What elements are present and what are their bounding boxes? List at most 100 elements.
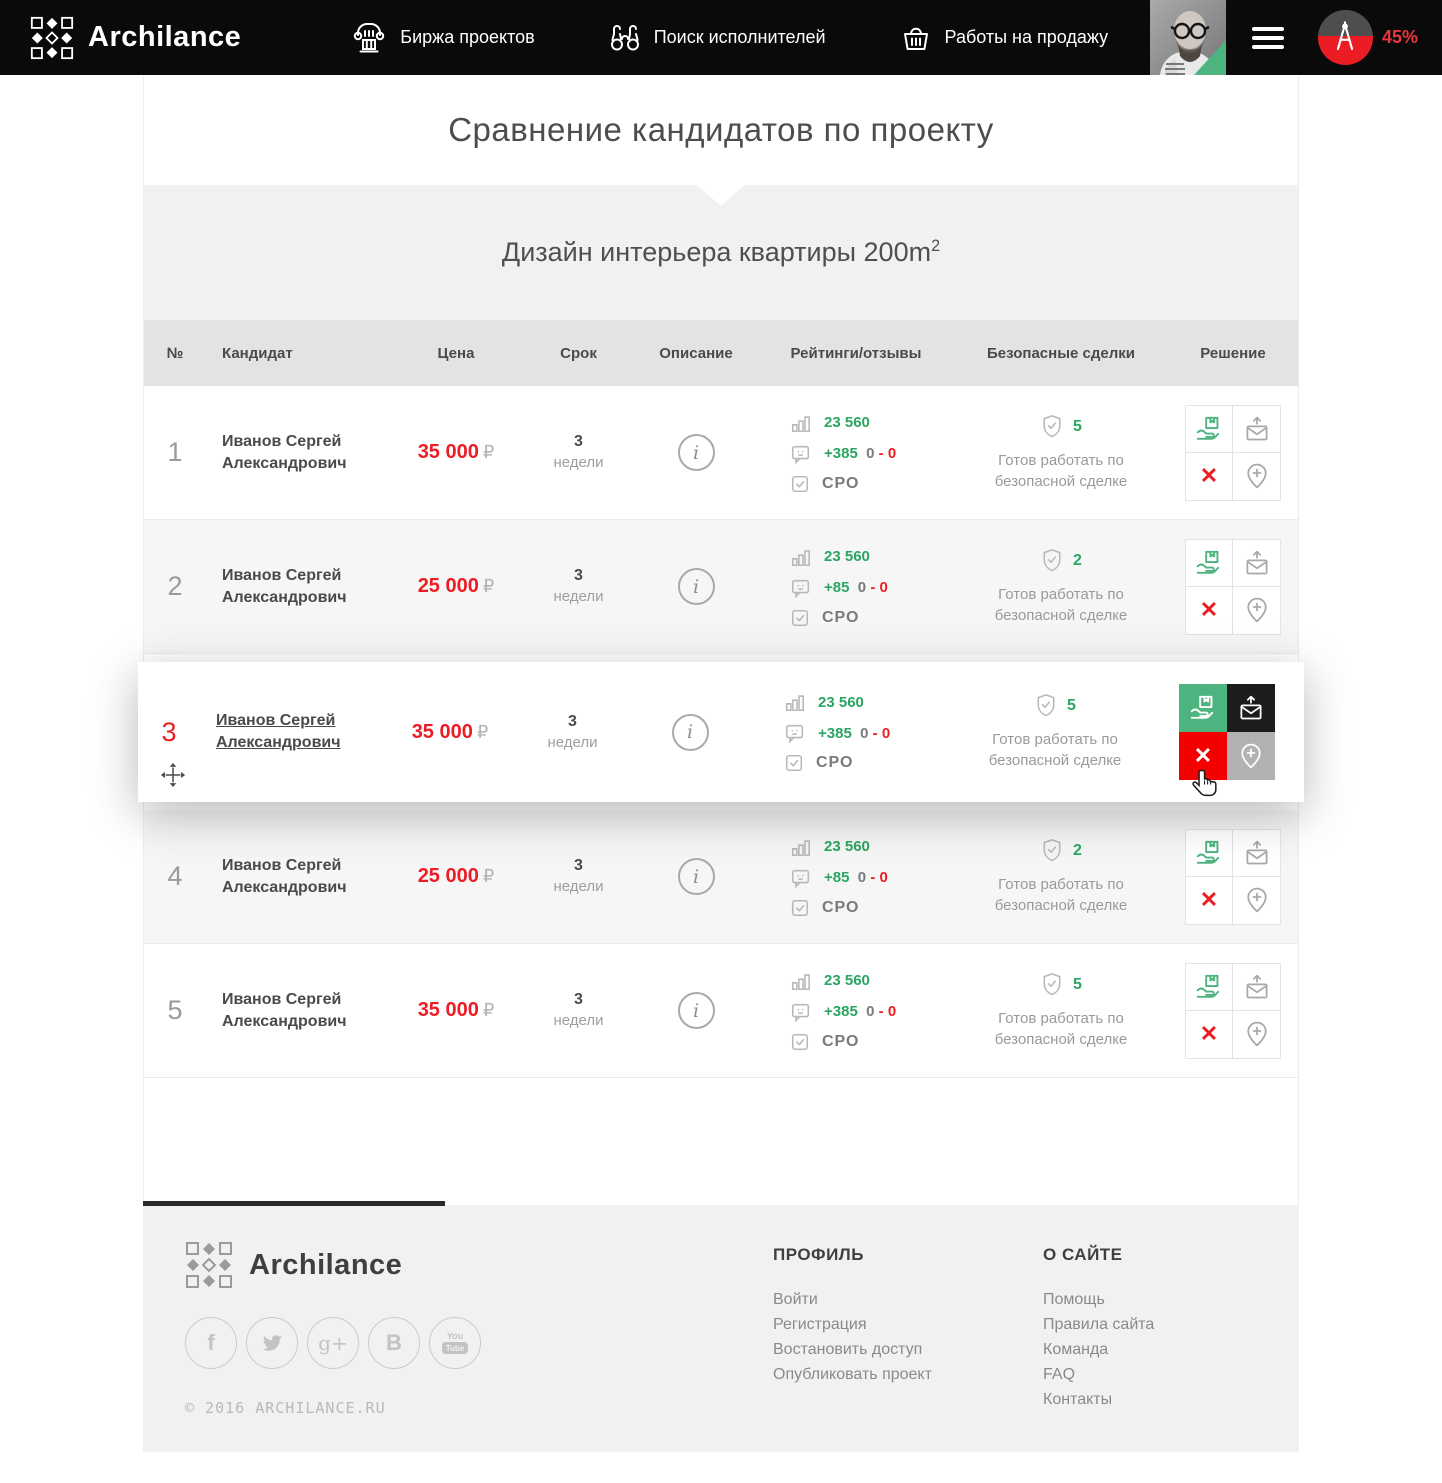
reject-icon[interactable]: ✕ [1185, 877, 1233, 925]
safe-deals-cell: 5 Готов работать по безопасной сделке [950, 693, 1160, 771]
safe-deals-count: 2 [1073, 842, 1082, 860]
footer-link-help[interactable]: Помощь [1043, 1287, 1154, 1312]
bar-chart-icon [790, 412, 812, 434]
safe-deals-text: Готов работать по безопасной сделке [976, 584, 1146, 626]
user-avatar[interactable] [1150, 0, 1226, 75]
info-icon[interactable]: i [678, 858, 715, 895]
info-icon[interactable]: i [678, 434, 715, 471]
certification-label: СРО [822, 899, 859, 917]
reject-icon[interactable]: ✕ [1185, 587, 1233, 635]
send-message-icon[interactable] [1233, 539, 1281, 587]
candidate-name-link[interactable]: Иванов Сергей Александрович [216, 710, 385, 753]
twitter-icon[interactable] [246, 1317, 298, 1369]
add-location-icon[interactable] [1233, 453, 1281, 501]
table-row: 3 Иванов Сергей Александрович 35 000 ₽ 3… [138, 662, 1304, 802]
google-plus-icon[interactable]: g+ [307, 1317, 359, 1369]
send-message-icon[interactable] [1227, 684, 1275, 732]
project-band: Дизайн интерьера квартиры 200m2 [144, 185, 1298, 320]
reviews-separator: - [879, 1003, 884, 1020]
deal-icon[interactable] [1185, 405, 1233, 453]
social-links: f g+ B You Tube [185, 1317, 645, 1369]
term-unit: недели [553, 587, 603, 607]
reject-icon[interactable]: ✕ [1185, 1011, 1233, 1059]
footer-link-site-rules[interactable]: Правила сайта [1043, 1312, 1154, 1337]
term-unit: недели [553, 877, 603, 897]
currency-symbol: ₽ [483, 576, 494, 597]
negative-reviews: 0 [882, 725, 890, 742]
term-unit: недели [553, 1011, 603, 1031]
safe-deals-text: Готов работать по безопасной сделке [976, 874, 1146, 916]
candidate-name-link[interactable]: Иванов Сергей Александрович [222, 431, 391, 474]
add-location-icon[interactable] [1227, 732, 1275, 780]
safe-deals-cell: 5 Готов работать по безопасной сделке [956, 414, 1166, 492]
footer-link-faq[interactable]: FAQ [1043, 1362, 1154, 1387]
safe-deals-count: 5 [1067, 697, 1076, 715]
info-icon[interactable]: i [678, 992, 715, 1029]
add-location-icon[interactable] [1233, 877, 1281, 925]
term-cell: 3 недели [515, 712, 630, 752]
youtube-icon[interactable]: You Tube [429, 1317, 481, 1369]
footer-link-restore-access[interactable]: Востановить доступ [773, 1337, 1043, 1362]
top-navigation: Биржа проектов Поиск исполнителей Рабо [351, 20, 1108, 56]
term-value: 3 [568, 712, 577, 733]
decision-buttons: ✕ [1185, 829, 1281, 925]
footer-brand[interactable]: Archilance [185, 1241, 645, 1289]
candidates-table: 1 Иванов Сергей Александрович 35 000 ₽ 3… [144, 386, 1298, 1078]
table-row: 1 Иванов Сергей Александрович 35 000 ₽ 3… [144, 386, 1298, 520]
table-row: 5 Иванов Сергей Александрович 35 000 ₽ 3… [144, 944, 1298, 1078]
certification-label: СРО [822, 609, 859, 627]
candidate-name-link[interactable]: Иванов Сергей Александрович [222, 989, 391, 1032]
drag-move-icon[interactable] [160, 762, 186, 788]
negative-reviews: 0 [888, 1003, 896, 1020]
certification-label: СРО [822, 475, 859, 493]
bar-chart-icon [790, 836, 812, 858]
footer-link-team[interactable]: Команда [1043, 1337, 1154, 1362]
footer-link-login[interactable]: Войти [773, 1287, 1043, 1312]
deal-icon[interactable] [1185, 963, 1233, 1011]
deal-icon[interactable] [1185, 539, 1233, 587]
shield-icon [1040, 414, 1064, 440]
row-number: 2 [167, 571, 182, 602]
bar-chart-icon [790, 546, 812, 568]
reviews-separator: - [879, 445, 884, 462]
currency-symbol: ₽ [483, 442, 494, 463]
ratings-cell: 23 560 +385 0 - 0 [750, 691, 950, 773]
safe-deals-count: 2 [1073, 552, 1082, 570]
candidate-name-link[interactable]: Иванов Сергей Александрович [222, 565, 391, 608]
negative-reviews: 0 [879, 869, 887, 886]
profile-progress-gauge[interactable] [1318, 10, 1373, 65]
footer-link-contacts[interactable]: Контакты [1043, 1387, 1154, 1412]
nav-item-find-performers[interactable]: Поиск исполнителей [609, 22, 826, 54]
brand[interactable]: Archilance [30, 16, 241, 60]
send-message-icon[interactable] [1233, 963, 1281, 1011]
reviews-separator: - [870, 579, 875, 596]
add-location-icon[interactable] [1233, 587, 1281, 635]
nav-item-works-for-sale[interactable]: Работы на продажу [900, 22, 1109, 54]
footer-link-register[interactable]: Регистрация [773, 1312, 1043, 1337]
row-number: 3 [161, 717, 176, 748]
deal-icon[interactable] [1179, 684, 1227, 732]
vk-icon[interactable]: B [368, 1317, 420, 1369]
deal-icon[interactable] [1185, 829, 1233, 877]
views-count: 23 560 [824, 838, 870, 855]
nav-item-projects-exchange[interactable]: Биржа проектов [351, 20, 534, 56]
info-icon[interactable]: i [678, 568, 715, 605]
reject-icon[interactable]: ✕ [1185, 453, 1233, 501]
facebook-icon[interactable]: f [185, 1317, 237, 1369]
add-location-icon[interactable] [1233, 1011, 1281, 1059]
shield-icon [1040, 972, 1064, 998]
candidate-name-link[interactable]: Иванов Сергей Александрович [222, 855, 391, 898]
checkbox-icon [790, 474, 810, 494]
footer-link-publish-project[interactable]: Опубликовать проект [773, 1362, 1043, 1387]
profile-progress-value: 45% [1382, 27, 1418, 48]
info-icon[interactable]: i [672, 714, 709, 751]
term-value: 3 [574, 566, 583, 587]
menu-icon[interactable] [1252, 22, 1284, 54]
column-header-decision: Решение [1166, 345, 1300, 362]
decision-buttons: ✕ [1185, 963, 1281, 1059]
positive-reviews: +85 [824, 869, 849, 886]
send-message-icon[interactable] [1233, 405, 1281, 453]
send-message-icon[interactable] [1233, 829, 1281, 877]
top-bar: Archilance Биржа проектов [0, 0, 1442, 75]
safe-deals-count: 5 [1073, 418, 1082, 436]
